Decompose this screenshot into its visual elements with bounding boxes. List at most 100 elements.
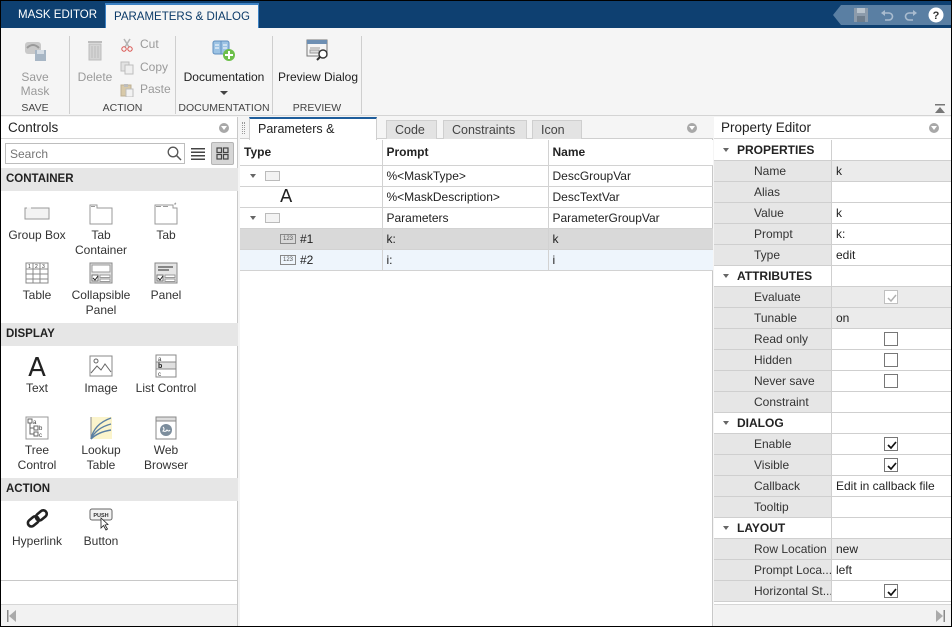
scroll-left-icon[interactable] — [7, 610, 17, 622]
copy-button[interactable]: Copy — [120, 57, 168, 77]
property-value[interactable]: edit — [832, 245, 951, 265]
palette-item-button[interactable]: PUSH Button — [69, 507, 133, 549]
property-row-read-only[interactable]: Read only — [714, 329, 951, 350]
tab-constraints[interactable]: Constraints — [443, 120, 527, 139]
prompt-cell[interactable]: k: — [382, 228, 549, 250]
palette-item-web-browser[interactable]: Web Browser — [134, 416, 198, 473]
column-header-name[interactable]: Name — [548, 140, 713, 166]
redo-icon[interactable] — [903, 7, 919, 23]
category-layout[interactable]: LAYOUT — [714, 518, 951, 539]
prompt-cell[interactable]: i: — [382, 249, 549, 271]
hidden-checkbox[interactable] — [884, 353, 898, 367]
grid-view-button[interactable] — [211, 142, 234, 165]
property-value[interactable] — [832, 392, 951, 412]
table-row-selected[interactable]: 123 #1 k: k — [240, 228, 713, 250]
property-value[interactable]: k — [832, 203, 951, 223]
table-row[interactable]: A %<MaskDescription> DescTextVar — [240, 186, 713, 208]
enable-checkbox[interactable] — [884, 437, 898, 451]
property-row-name[interactable]: Name k — [714, 161, 951, 182]
paste-button[interactable]: Paste — [120, 79, 171, 99]
property-row-visible[interactable]: Visible — [714, 455, 951, 476]
horizontal-scrollbar[interactable] — [714, 604, 951, 626]
delete-button[interactable]: Delete — [74, 38, 116, 84]
tab-parameters-dialog[interactable]: PARAMETERS & DIALOG — [105, 3, 259, 28]
collapse-ribbon-icon[interactable] — [935, 102, 945, 113]
drag-grip-icon[interactable] — [242, 122, 245, 134]
save-icon[interactable] — [853, 7, 869, 23]
table-row[interactable]: Parameters ParameterGroupVar — [240, 207, 713, 229]
property-row-hidden[interactable]: Hidden — [714, 350, 951, 371]
property-value[interactable]: k — [832, 161, 951, 181]
palette-item-group-box[interactable]: Group Box — [5, 201, 69, 243]
property-row-evaluate[interactable]: Evaluate — [714, 287, 951, 308]
search-input[interactable] — [5, 143, 185, 164]
property-row-tunable[interactable]: Tunable on — [714, 308, 951, 329]
category-attributes[interactable]: ATTRIBUTES — [714, 266, 951, 287]
list-view-icon[interactable] — [191, 147, 205, 160]
name-cell[interactable]: k — [548, 228, 713, 250]
property-row-type[interactable]: Type edit — [714, 245, 951, 266]
property-row-tooltip[interactable]: Tooltip — [714, 497, 951, 518]
palette-item-tree-control[interactable]: abc Tree Control — [5, 416, 69, 473]
palette-item-collapsible-panel[interactable]: Collapsible Panel — [69, 261, 133, 318]
cut-button[interactable]: Cut — [120, 34, 159, 54]
palette-item-tab-container[interactable]: Tab Container — [69, 201, 133, 258]
tab-icon[interactable]: Icon — [532, 120, 582, 139]
tab-parameters-dialog[interactable]: Parameters & Dialog — [249, 117, 377, 157]
property-value[interactable]: new — [832, 539, 951, 559]
category-properties[interactable]: PROPERTIES — [714, 140, 951, 161]
table-row[interactable]: %<MaskType> DescGroupVar — [240, 165, 713, 187]
scroll-right-icon[interactable] — [935, 610, 945, 622]
name-cell[interactable]: i — [548, 249, 713, 271]
visible-checkbox[interactable] — [884, 458, 898, 472]
property-row-horizontal-stretch[interactable]: Horizontal St... — [714, 581, 951, 602]
name-cell[interactable]: DescGroupVar — [548, 165, 713, 187]
property-row-callback[interactable]: Callback Edit in callback file — [714, 476, 951, 497]
prompt-cell[interactable]: %<MaskType> — [382, 165, 549, 187]
panel-menu-icon[interactable] — [929, 123, 939, 133]
save-mask-button[interactable]: Save Mask — [7, 38, 63, 98]
property-row-alias[interactable]: Alias — [714, 182, 951, 203]
palette-item-tab[interactable]: * Tab — [134, 201, 198, 243]
read-only-checkbox[interactable] — [884, 332, 898, 346]
property-row-value[interactable]: Value k — [714, 203, 951, 224]
expand-arrow-icon[interactable] — [250, 174, 256, 179]
property-row-enable[interactable]: Enable — [714, 434, 951, 455]
property-value[interactable]: Edit in callback file — [832, 476, 951, 496]
name-cell[interactable]: DescTextVar — [548, 186, 713, 208]
category-dialog[interactable]: DIALOG — [714, 413, 951, 434]
property-row-never-save[interactable]: Never save — [714, 371, 951, 392]
table-row[interactable]: 123 #2 i: i — [240, 249, 713, 271]
property-value[interactable]: left — [832, 560, 951, 580]
palette-item-hyperlink[interactable]: Hyperlink — [5, 507, 69, 549]
tab-mask-editor[interactable]: MASK EDITOR — [10, 3, 105, 27]
column-header-prompt[interactable]: Prompt — [382, 140, 549, 166]
palette-item-table[interactable]: 123 Table — [5, 261, 69, 303]
expand-arrow-icon[interactable] — [250, 216, 256, 221]
palette-item-lookup-table[interactable]: Lookup Table — [69, 416, 133, 473]
property-row-prompt[interactable]: Prompt k: — [714, 224, 951, 245]
horizontal-scrollbar[interactable] — [1, 604, 237, 626]
palette-item-text[interactable]: A Text — [5, 353, 69, 396]
help-icon[interactable]: ? — [928, 7, 944, 23]
documentation-button[interactable]: Documentation — [182, 38, 266, 95]
tab-code[interactable]: Code — [386, 120, 437, 139]
column-header-type[interactable]: Type — [240, 140, 383, 166]
prompt-cell[interactable]: %<MaskDescription> — [382, 186, 549, 208]
palette-item-panel[interactable]: Panel — [134, 261, 198, 303]
preview-dialog-button[interactable]: Preview Dialog — [277, 38, 359, 84]
palette-item-image[interactable]: Image — [69, 354, 133, 396]
property-value[interactable]: k: — [832, 224, 951, 244]
property-row-row-location[interactable]: Row Location new — [714, 539, 951, 560]
panel-menu-icon[interactable] — [219, 123, 229, 133]
horizontal-stretch-checkbox[interactable] — [884, 584, 898, 598]
evaluate-checkbox[interactable] — [884, 290, 898, 304]
property-row-prompt-location[interactable]: Prompt Loca... left — [714, 560, 951, 581]
palette-item-list-control[interactable]: abc List Control — [134, 354, 198, 396]
prompt-cell[interactable]: Parameters — [382, 207, 549, 229]
never-save-checkbox[interactable] — [884, 374, 898, 388]
property-value[interactable] — [832, 182, 951, 202]
search-icon[interactable] — [167, 146, 182, 161]
property-value[interactable] — [832, 497, 951, 517]
property-value[interactable]: on — [832, 308, 951, 328]
